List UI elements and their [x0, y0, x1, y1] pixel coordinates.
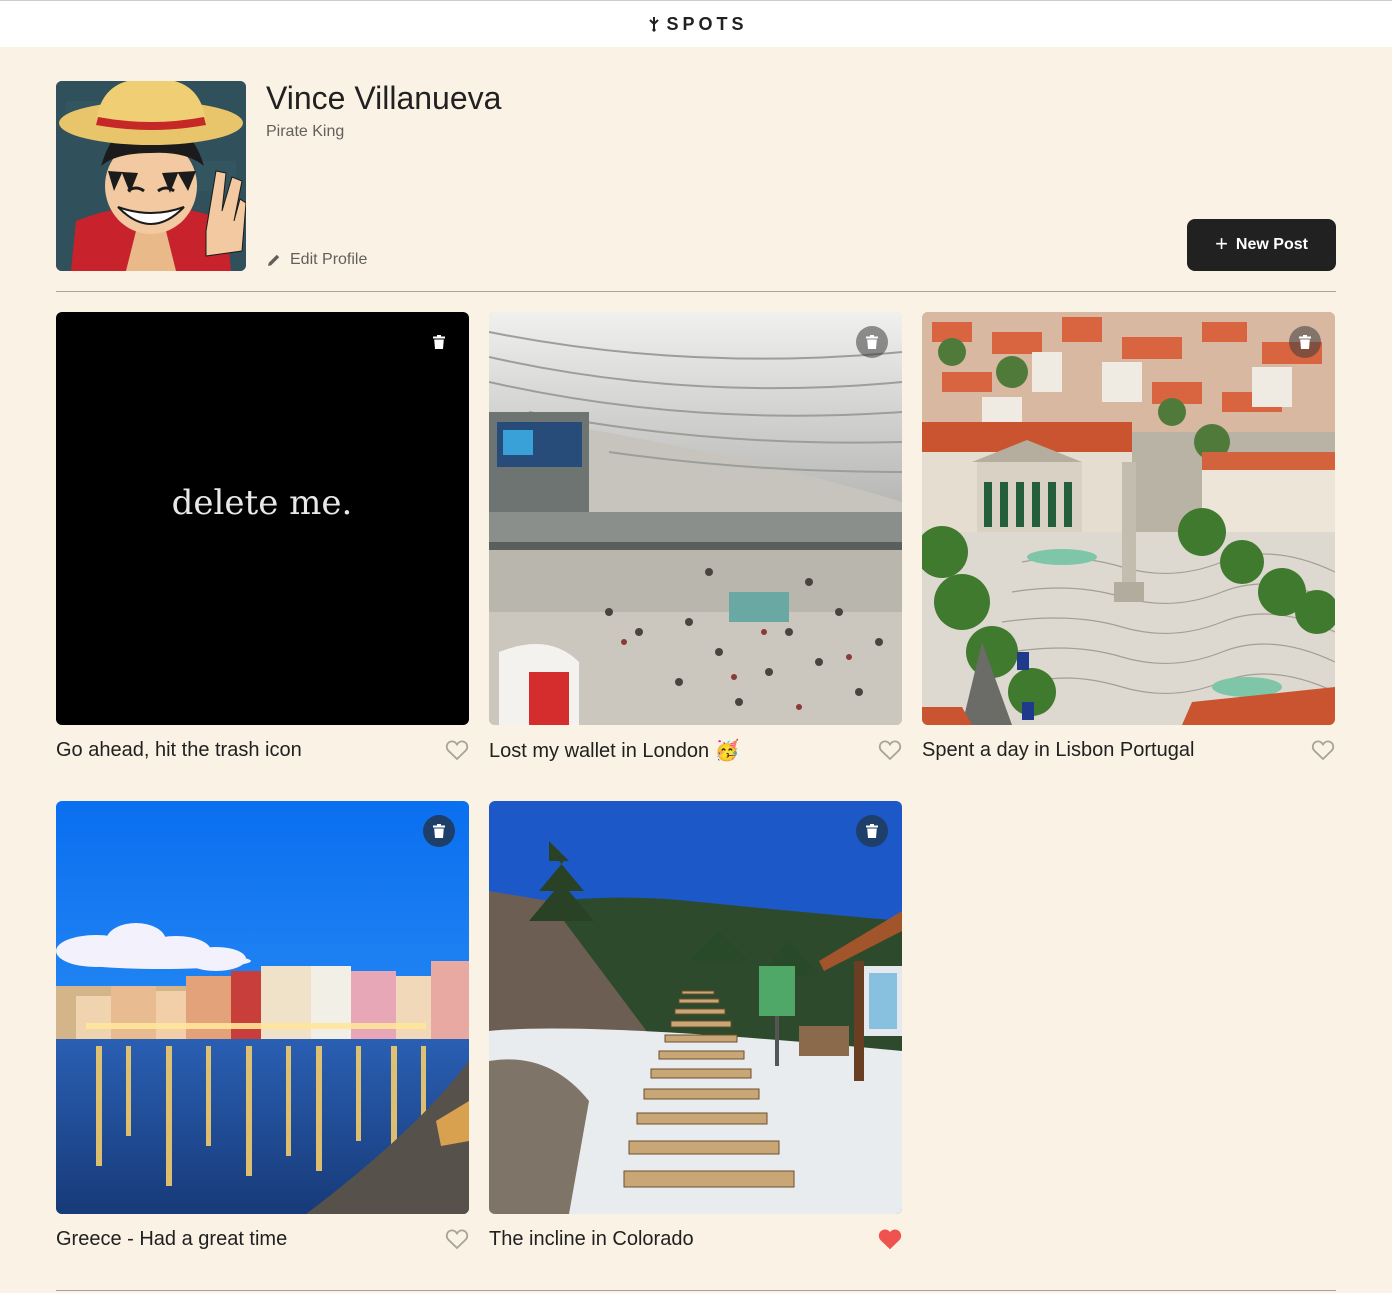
delete-button[interactable] — [423, 815, 455, 847]
profile-divider — [56, 291, 1336, 292]
profile-description: Pirate King — [266, 123, 345, 140]
pencil-icon — [268, 254, 280, 266]
profile-section: Vince Villanueva Pirate King Edit Profil… — [56, 81, 1336, 271]
card-image[interactable] — [489, 312, 902, 725]
card-title: The incline in Colorado — [489, 1227, 694, 1250]
top-bar: SPOTS — [0, 0, 1392, 47]
card-title: Greece - Had a great time — [56, 1227, 288, 1250]
card: Lost my wallet in London 🥳 — [489, 312, 902, 762]
card: Spent a day in Lisbon Portugal — [922, 312, 1335, 762]
heart-icon[interactable] — [1311, 739, 1335, 761]
spots-logo[interactable]: SPOTS — [648, 14, 747, 35]
trash-icon — [433, 335, 445, 349]
card-image-text: delete me. — [172, 483, 353, 523]
card-image[interactable]: delete me. — [56, 312, 469, 725]
card: delete me. Go ahead, hit the trash icon — [56, 312, 469, 762]
trash-icon — [1299, 335, 1311, 349]
logo-text: SPOTS — [666, 13, 748, 34]
card-footer: Go ahead, hit the trash icon — [56, 738, 469, 762]
delete-button[interactable] — [1289, 326, 1321, 358]
card-footer: Spent a day in Lisbon Portugal — [922, 738, 1335, 762]
delete-button[interactable] — [423, 326, 455, 358]
trash-icon — [866, 824, 878, 838]
avatar — [56, 81, 246, 271]
card-footer: Greece - Had a great time — [56, 1227, 469, 1251]
card: Greece - Had a great time — [56, 801, 469, 1251]
delete-button[interactable] — [856, 326, 888, 358]
card-title: Spent a day in Lisbon Portugal — [922, 738, 1195, 761]
card-title: Lost my wallet in London 🥳 — [489, 739, 740, 762]
edit-profile-label: Edit Profile — [290, 251, 368, 268]
card-footer: The incline in Colorado — [489, 1227, 902, 1251]
card-title: Go ahead, hit the trash icon — [56, 738, 302, 761]
new-post-button[interactable]: + New Post — [1187, 219, 1336, 271]
edit-profile-button[interactable]: Edit Profile — [266, 251, 367, 269]
trash-icon — [433, 824, 445, 838]
logo-icon — [649, 17, 660, 32]
card-image[interactable] — [922, 312, 1335, 725]
card-image[interactable] — [56, 801, 469, 1214]
profile-name: Vince Villanueva — [266, 80, 502, 116]
heart-icon[interactable] — [445, 1228, 469, 1250]
heart-icon[interactable] — [878, 739, 902, 761]
footer-divider — [56, 1290, 1336, 1291]
new-post-label: New Post — [1235, 236, 1308, 253]
card-image[interactable] — [489, 801, 902, 1214]
card-footer: Lost my wallet in London 🥳 — [489, 738, 902, 762]
heart-icon[interactable] — [445, 739, 469, 761]
heart-icon-liked[interactable] — [878, 1228, 902, 1250]
delete-button[interactable] — [856, 815, 888, 847]
plus-icon: + — [1215, 231, 1228, 256]
card: The incline in Colorado — [489, 801, 902, 1251]
trash-icon — [866, 335, 878, 349]
